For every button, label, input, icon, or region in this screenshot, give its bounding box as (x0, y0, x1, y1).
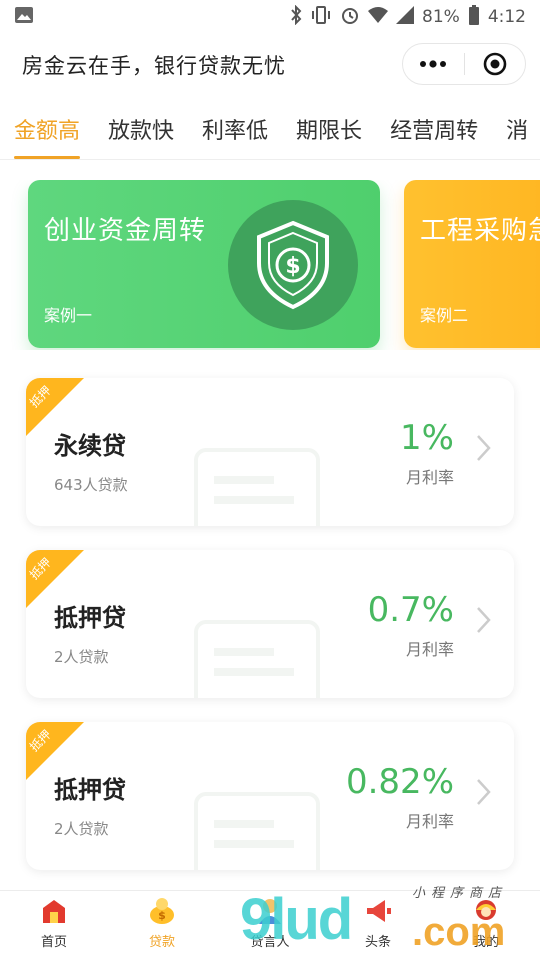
loan-card[interactable]: 抵押 抵押贷 2人贷款 0.7% 月利率 (26, 550, 514, 698)
profile-icon (470, 895, 502, 927)
rate-label: 月利率 (405, 640, 454, 659)
close-miniprogram-button[interactable] (465, 44, 526, 84)
loan-name: 永续贷 (54, 432, 126, 460)
loan-count: 643人贷款 (54, 476, 128, 494)
battery-icon (468, 4, 480, 30)
rate-label: 月利率 (405, 468, 454, 487)
alarm-icon (340, 5, 360, 30)
loan-name: 抵押贷 (54, 604, 126, 632)
megaphone-icon (362, 895, 394, 927)
banner-case-1[interactable]: 创业资金周转 案例一 $ (28, 180, 380, 348)
nav-label: 头条 (364, 935, 391, 950)
document-watermark-icon (194, 792, 324, 870)
bottom-tab-bar: 首页 $ 贷款 贷言人 头条 我的 (0, 890, 540, 960)
nav-label: 首页 (40, 935, 67, 950)
loan-card[interactable]: 抵押 永续贷 643人贷款 1% 月利率 (26, 378, 514, 526)
document-watermark-icon (194, 448, 324, 526)
nav-label: 我的 (472, 935, 499, 950)
page-title: 房金云在手，银行贷款无忧 (22, 54, 286, 78)
svg-text:$: $ (158, 909, 166, 922)
loan-rate: 0.82% (345, 762, 454, 802)
chevron-right-icon (476, 606, 492, 638)
banner-title: 创业资金周转 (44, 216, 207, 246)
home-icon (38, 895, 70, 927)
loan-count: 2人贷款 (54, 820, 109, 838)
target-close-icon (483, 52, 507, 76)
more-button[interactable] (403, 44, 464, 84)
tab-consumer[interactable]: 消 (492, 98, 540, 159)
tab-low-rate[interactable]: 利率低 (188, 98, 282, 159)
loan-rate: 0.7% (367, 590, 454, 630)
banner-case-2[interactable]: 工程采购急 案例二 (404, 180, 540, 348)
nav-headlines[interactable]: 头条 (324, 891, 432, 960)
nav-label: 贷言人 (250, 935, 290, 950)
miniprogram-capsule (402, 43, 526, 85)
loan-rate: 1% (400, 418, 454, 458)
loan-count: 2人贷款 (54, 648, 109, 666)
wifi-icon (368, 6, 389, 29)
banner-case-label: 案例二 (420, 306, 469, 325)
chevron-right-icon (476, 434, 492, 466)
tab-long-term[interactable]: 期限长 (282, 98, 376, 159)
case-banner-carousel: 创业资金周转 案例一 $ 工程采购急 案例二 (0, 180, 540, 350)
loan-name: 抵押贷 (54, 776, 126, 804)
status-bar: 81% 4:12 (0, 0, 540, 34)
app-header: 房金云在手，银行贷款无忧 (0, 34, 540, 96)
tab-business-turnover[interactable]: 经营周转 (376, 98, 492, 159)
nav-spokesman[interactable]: 贷言人 (216, 891, 324, 960)
svg-text:$: $ (285, 254, 300, 279)
tab-amount-high[interactable]: 金额高 (0, 98, 94, 159)
tab-fast-loan[interactable]: 放款快 (94, 98, 188, 159)
banner-case-label: 案例一 (44, 306, 93, 325)
bluetooth-icon (290, 4, 302, 30)
nav-loan[interactable]: $ 贷款 (108, 891, 216, 960)
nav-home[interactable]: 首页 (0, 891, 108, 960)
loan-icon: $ (146, 895, 178, 927)
shield-dollar-icon: $ (228, 200, 358, 330)
more-dots-icon (420, 60, 447, 68)
chevron-right-icon (476, 778, 492, 810)
document-watermark-icon (194, 620, 324, 698)
spokesman-icon (254, 895, 286, 927)
loan-card[interactable]: 抵押 抵押贷 2人贷款 0.82% 月利率 (26, 722, 514, 870)
signal-icon (396, 5, 415, 29)
rate-label: 月利率 (405, 812, 454, 831)
nav-label: 贷款 (148, 935, 175, 950)
image-notification-icon (14, 6, 34, 28)
banner-title: 工程采购急 (420, 216, 540, 246)
category-tabs: 金额高 放款快 利率低 期限长 经营周转 消 (0, 98, 540, 160)
battery-percent: 81% (422, 7, 460, 27)
clock: 4:12 (487, 7, 526, 27)
nav-profile[interactable]: 我的 (432, 891, 540, 960)
vibrate-icon (310, 5, 332, 30)
